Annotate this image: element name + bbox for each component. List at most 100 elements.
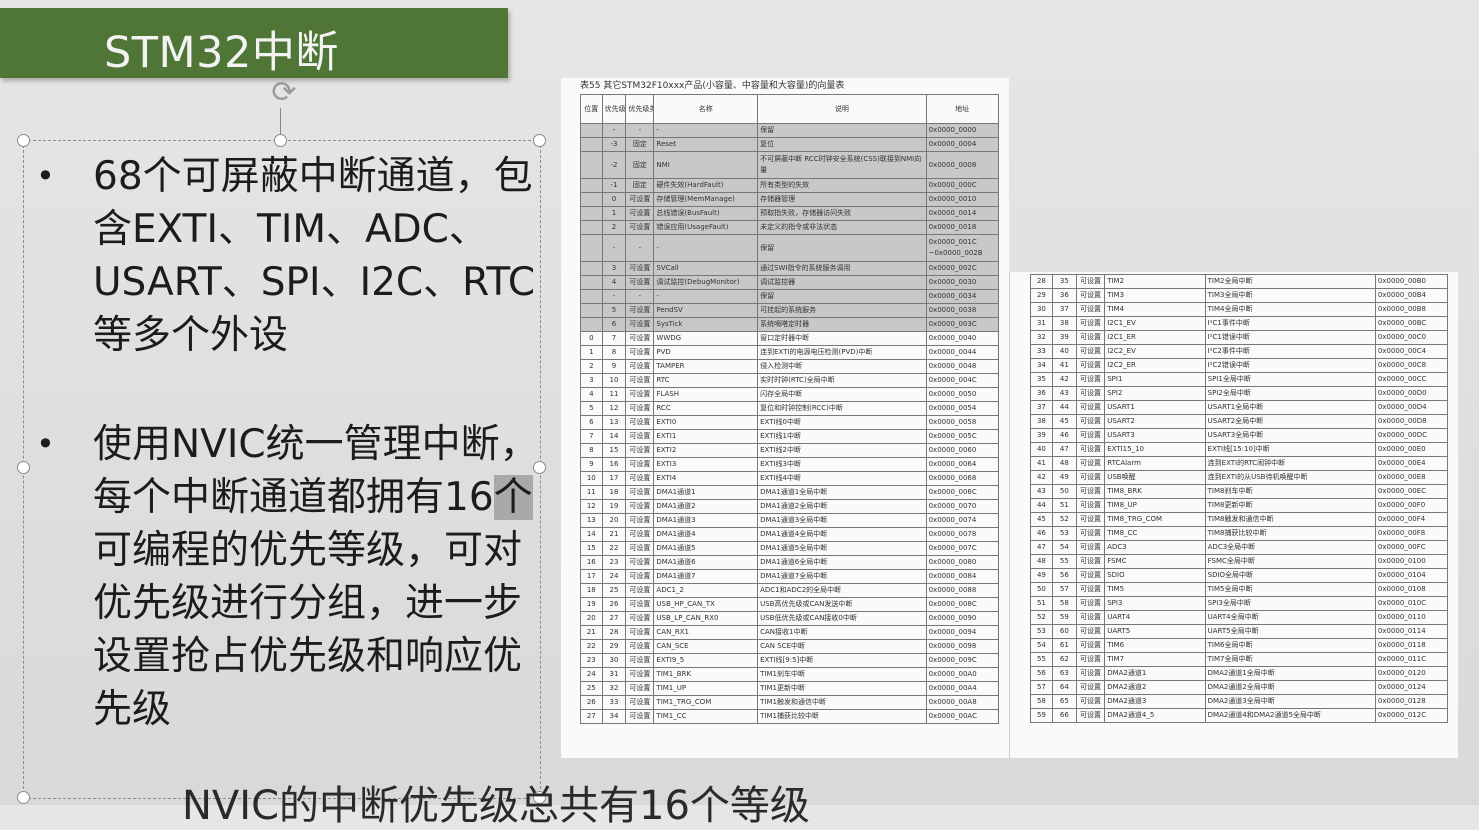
table-cell: 0x0000_0084 <box>925 569 1000 584</box>
table-cell: 可设置 <box>625 387 655 402</box>
table-cell: 40 <box>1030 442 1053 457</box>
table-cell: 38 <box>1051 316 1077 331</box>
table-cell: 可设置 <box>625 345 655 360</box>
table-row: 12 19 可设置 DMA1通道2 DMA1通道2全局中断 0x0000_0070 <box>580 499 1000 514</box>
table-cell: DMA2通道2全局中断 <box>1204 680 1376 695</box>
table-row: 5 12 可设置 RCC 复位和时钟控制(RCC)中断 0x0000_0054 <box>580 401 1000 416</box>
table-cell: 0x0000_00E8 <box>1374 470 1449 485</box>
table-cell: 0x0000_0058 <box>925 415 1000 430</box>
resize-handle-bottom-left[interactable] <box>17 791 30 804</box>
table-cell: 36 <box>1030 386 1053 401</box>
table-cell: RTCAlarm <box>1104 456 1206 471</box>
table-cell: 18 <box>580 583 603 598</box>
table-cell: 39 <box>1030 428 1053 443</box>
table-row: 33 40 可设置 I2C2_EV I²C2事件中断 0x0000_00C4 <box>1030 344 1449 359</box>
slide-title-banner[interactable]: STM32中断 <box>0 8 508 78</box>
table-cell: 60 <box>1051 624 1077 639</box>
table-cell: 0x0000_00F8 <box>1374 526 1449 541</box>
table-row: 16 23 可设置 DMA1通道6 DMA1通道6全局中断 0x0000_0080 <box>580 555 1000 570</box>
table-cell: ADC1和ADC2的全局中断 <box>757 583 927 598</box>
table-cell: 可设置 <box>625 261 655 276</box>
table-cell: EXTI线2中断 <box>757 443 927 458</box>
table-row: 32 39 可设置 I2C1_ER I²C1错误中断 0x0000_00C0 <box>1030 330 1449 345</box>
table-cell: 49 <box>1051 470 1077 485</box>
table-cell: 可设置 <box>1075 638 1106 653</box>
table-cell: 硬件失效(HardFault) <box>653 178 759 193</box>
table-row: 41 48 可设置 RTCAlarm 连到EXTI的RTC闹钟中断 0x0000_00E4 <box>1030 456 1449 471</box>
table-cell: DMA1通道5 <box>653 541 759 556</box>
table-cell: 0x0000_0104 <box>1374 568 1449 583</box>
table-cell: 29 <box>601 639 627 654</box>
table-cell: 15 <box>580 541 603 556</box>
resize-handle-top-right[interactable] <box>533 134 546 147</box>
table-cell: 可设置 <box>625 513 655 528</box>
table-cell: 31 <box>1030 316 1053 331</box>
table-cell: 43 <box>1051 386 1077 401</box>
table-cell: 可设置 <box>1075 708 1106 723</box>
table-cell: TIM1更新中断 <box>757 681 927 696</box>
table-cell: 可设置 <box>1075 568 1106 583</box>
resize-handle-top-left[interactable] <box>17 134 30 147</box>
table-cell: 可设置 <box>625 681 655 696</box>
table-cell: 0x0000_00CC <box>1374 372 1449 387</box>
table-cell: 可设置 <box>625 429 655 444</box>
table-row: 6 13 可设置 EXTI0 EXTI线0中断 0x0000_0058 <box>580 415 1000 430</box>
table-cell: 48 <box>1030 554 1053 569</box>
resize-handle-top[interactable] <box>274 134 287 147</box>
table-cell: 0x0000_006C <box>925 485 1000 500</box>
table-cell: 26 <box>580 695 603 710</box>
table-cell: 24 <box>601 569 627 584</box>
table-cell: 0x0000_0100 <box>1374 554 1449 569</box>
resize-handle-left[interactable] <box>17 461 30 474</box>
col-header: 优先级类型 <box>625 94 655 124</box>
rotate-handle-icon[interactable]: ⟳ <box>267 78 301 112</box>
table-cell: 0x0000_010C <box>1374 596 1449 611</box>
table-cell: 44 <box>1051 400 1077 415</box>
table-cell: 可设置 <box>625 373 655 388</box>
table-cell: - <box>601 123 627 138</box>
table-cell: 18 <box>601 485 627 500</box>
table-cell: 0x0000_0014 <box>925 206 1000 221</box>
table-cell: EXTI2 <box>653 443 759 458</box>
table-cell: 0x0000_0054 <box>925 401 1000 416</box>
table-cell: 27 <box>580 709 603 724</box>
table-cell: 36 <box>1051 288 1077 303</box>
table-cell: 0x0000_0098 <box>925 639 1000 654</box>
table-cell: TIM4 <box>1104 302 1206 317</box>
table-cell: 43 <box>1030 484 1053 499</box>
table-cell: 1 <box>601 206 627 221</box>
table-cell: DMA1通道5全局中断 <box>757 541 927 556</box>
table-cell: EXTI线0中断 <box>757 415 927 430</box>
table-cell: 可设置 <box>625 541 655 556</box>
table-row: 39 46 可设置 USART3 USART3全局中断 0x0000_00DC <box>1030 428 1449 443</box>
table-cell: ADC3 <box>1104 540 1206 555</box>
table-cell: TIM4全局中断 <box>1204 302 1376 317</box>
table-cell: DMA2通道4和DMA2通道5全局中断 <box>1204 708 1376 723</box>
table-row: 42 49 可设置 USB唤醒 连到EXTI的从USB待机唤醒中断 0x0000_00E8 <box>1030 470 1449 485</box>
table-cell: EXTI线[9:5]中断 <box>757 653 927 668</box>
table-row: 18 25 可设置 ADC1_2 ADC1和ADC2的全局中断 0x0000_0088 <box>580 583 1000 598</box>
table-cell: 52 <box>1051 512 1077 527</box>
table-cell: USART1全局中断 <box>1204 400 1376 415</box>
col-header: 说明 <box>757 94 927 124</box>
vector-table: 28 35 可设置 TIM2 TIM2全局中断 0x0000_00B0 29 36 可设置 TIM… <box>1030 274 1449 723</box>
table-cell: 35 <box>1051 274 1077 289</box>
table-cell: TIM8_TRG_COM <box>1104 512 1206 527</box>
bullet-text: 68个可屏蔽中断通道，包含EXTI、TIM、ADC、USART、SPI、I2C、… <box>93 154 536 358</box>
table-cell: 闪存全局中断 <box>757 387 927 402</box>
table-cell: UART4全局中断 <box>1204 610 1376 625</box>
table-cell: 可设置 <box>1075 498 1106 513</box>
table-cell: -2 <box>601 151 627 179</box>
bullet-list[interactable]: • 68个可屏蔽中断通道，包含EXTI、TIM、ADC、USART、SPI、I2… <box>36 150 546 736</box>
table-cell: 28 <box>1030 274 1053 289</box>
table-cell: DMA1通道2全局中断 <box>757 499 927 514</box>
table-row: 28 35 可设置 TIM2 TIM2全局中断 0x0000_00B0 <box>1030 274 1449 289</box>
table-row: 19 26 可设置 USB_HP_CAN_TX USB高优先级或CAN发送中断 0x000… <box>580 597 1000 612</box>
table-cell: 连到EXTI的电源电压检测(PVD)中断 <box>757 345 927 360</box>
table-cell: 可设置 <box>625 569 655 584</box>
table-row: 10 17 可设置 EXTI4 EXTI线4中断 0x0000_0068 <box>580 471 1000 486</box>
table-cell: 可设置 <box>625 275 655 290</box>
table-cell: 10 <box>580 471 603 486</box>
table-cell: 63 <box>1051 666 1077 681</box>
table-cell: 34 <box>1030 358 1053 373</box>
